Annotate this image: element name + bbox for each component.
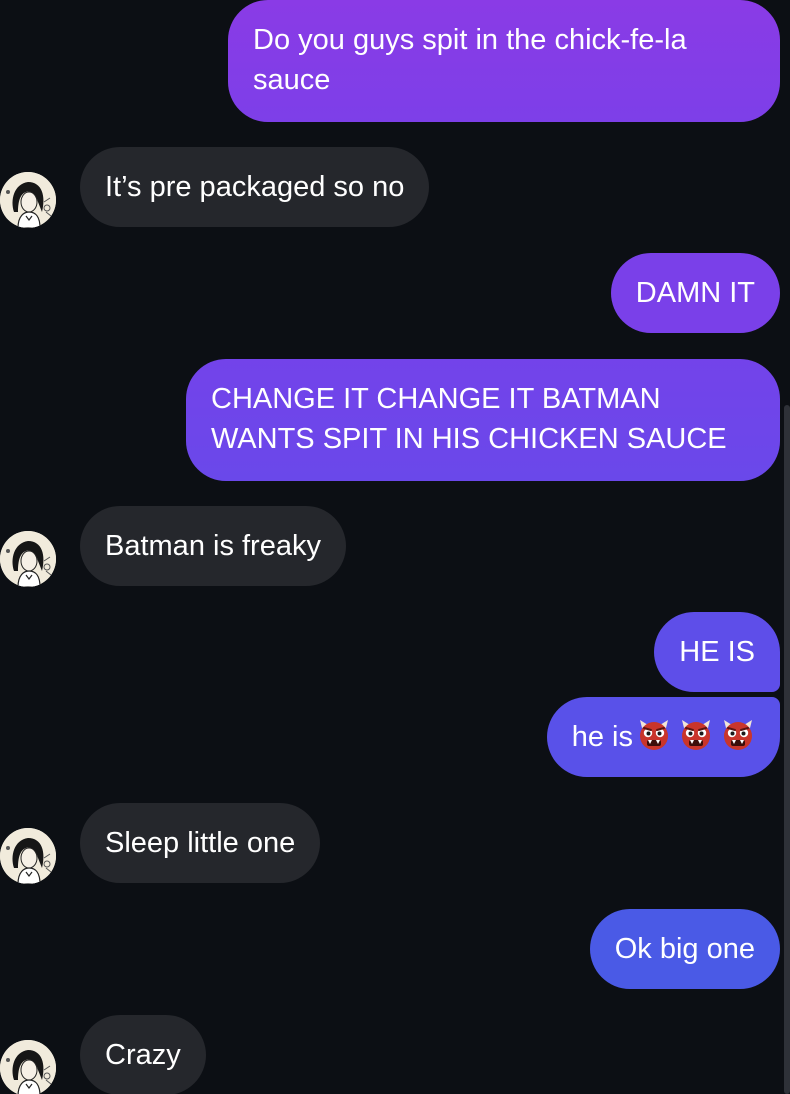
message-bubble-outgoing[interactable]: Ok big one	[589, 909, 780, 989]
chat-thread: Do you guys spit in the chick-fe-la sauc…	[0, 0, 790, 1094]
message-text: HE IS	[679, 636, 755, 668]
message-text: Sleep little one	[105, 827, 296, 859]
contact-avatar-icon[interactable]	[0, 172, 56, 228]
ogre-emoji	[721, 718, 755, 752]
message-text: Ok big one	[614, 933, 755, 965]
message-bubble-incoming[interactable]: Batman is freaky	[80, 506, 346, 586]
message-bubble-incoming[interactable]: It’s pre packaged so no	[80, 147, 430, 227]
message-bubble-outgoing[interactable]: he is	[546, 697, 780, 777]
message-bubble-outgoing[interactable]: Do you guys spit in the chick-fe-la sauc…	[228, 0, 780, 122]
contact-avatar-icon[interactable]	[0, 828, 56, 884]
message-text: Do you guys spit in the chick-fe-la sauc…	[253, 24, 687, 96]
ogre-emoji	[637, 718, 671, 752]
message-bubble-incoming[interactable]: Sleep little one	[80, 803, 321, 883]
message-bubble-outgoing[interactable]: DAMN IT	[610, 253, 780, 333]
message-text: he is	[571, 721, 633, 753]
ogre-emoji	[679, 718, 713, 752]
message-text: Crazy	[105, 1039, 181, 1071]
message-text: It’s pre packaged so no	[105, 171, 405, 203]
message-text: CHANGE IT CHANGE IT BATMAN WANTS SPIT IN…	[211, 383, 727, 455]
contact-avatar-icon[interactable]	[0, 1040, 56, 1094]
message-bubble-outgoing[interactable]: HE IS	[654, 612, 780, 692]
message-text: DAMN IT	[635, 277, 755, 309]
message-text: Batman is freaky	[105, 530, 321, 562]
contact-avatar-icon[interactable]	[0, 531, 56, 587]
message-bubble-incoming[interactable]: Crazy	[80, 1015, 206, 1094]
message-bubble-outgoing[interactable]: CHANGE IT CHANGE IT BATMAN WANTS SPIT IN…	[186, 359, 780, 481]
scrollbar[interactable]	[784, 405, 790, 1094]
